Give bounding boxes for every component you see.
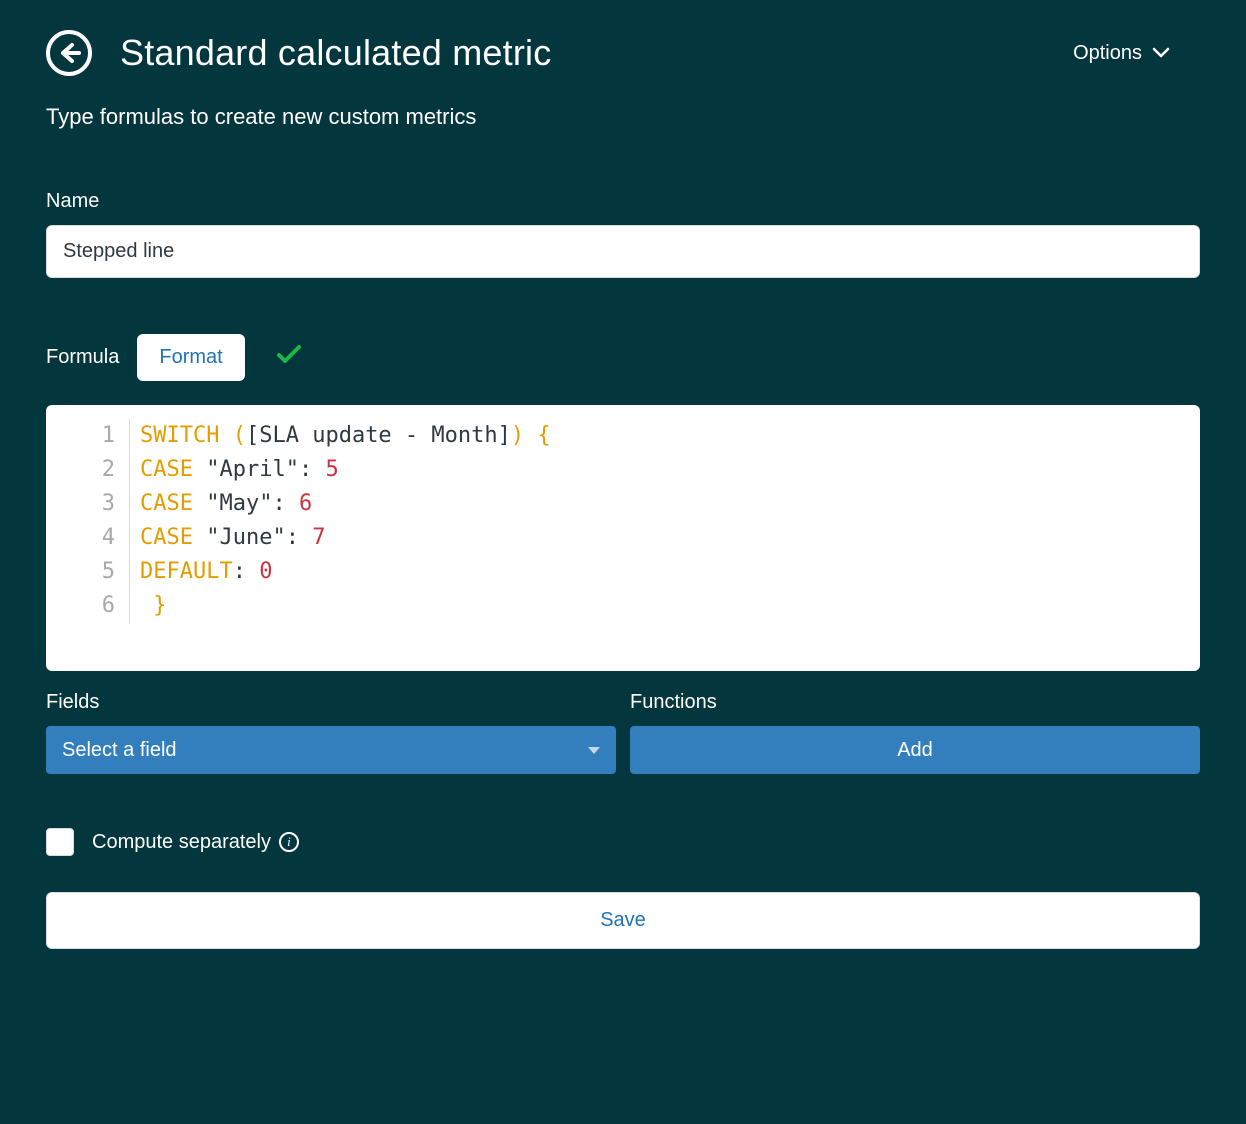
code-content: CASE "June": 7: [130, 521, 325, 555]
code-content: DEFAULT: 0: [130, 555, 272, 589]
options-label: Options: [1073, 42, 1142, 65]
functions-label: Functions: [630, 691, 1200, 714]
code-content: SWITCH ([SLA update - Month]) {: [130, 419, 551, 453]
functions-add-button[interactable]: Add: [630, 726, 1200, 774]
line-number: 3: [46, 487, 130, 521]
fields-select-placeholder: Select a field: [62, 739, 177, 762]
code-line: 2CASE "April": 5: [46, 453, 1200, 487]
code-line: 5DEFAULT: 0: [46, 555, 1200, 589]
page-title: Standard calculated metric: [120, 32, 551, 74]
code-line: 4CASE "June": 7: [46, 521, 1200, 555]
line-number: 2: [46, 453, 130, 487]
code-content: }: [130, 589, 167, 623]
chevron-down-icon: [1152, 47, 1170, 59]
save-button[interactable]: Save: [46, 892, 1200, 949]
compute-separately-label: Compute separately: [92, 831, 271, 854]
line-number: 6: [46, 589, 130, 623]
name-label: Name: [46, 190, 1200, 213]
code-line: 3CASE "May": 6: [46, 487, 1200, 521]
fields-label: Fields: [46, 691, 616, 714]
code-content: CASE "April": 5: [130, 453, 339, 487]
formula-editor[interactable]: 1SWITCH ([SLA update - Month]) {2CASE "A…: [46, 405, 1200, 671]
line-number: 1: [46, 419, 130, 453]
formula-label: Formula: [46, 346, 119, 369]
caret-down-icon: [588, 747, 600, 754]
code-line: 1SWITCH ([SLA update - Month]) {: [46, 419, 1200, 453]
page-subtitle: Type formulas to create new custom metri…: [46, 104, 1200, 130]
options-dropdown[interactable]: Options: [1073, 42, 1200, 65]
code-content: CASE "May": 6: [130, 487, 312, 521]
back-button[interactable]: [46, 30, 92, 76]
format-button[interactable]: Format: [137, 334, 244, 381]
name-input[interactable]: [46, 225, 1200, 278]
line-number: 5: [46, 555, 130, 589]
arrow-left-icon: [57, 41, 81, 65]
compute-separately-checkbox[interactable]: [46, 828, 74, 856]
line-number: 4: [46, 521, 130, 555]
info-icon[interactable]: i: [279, 832, 299, 852]
code-line: 6 }: [46, 589, 1200, 623]
valid-check-icon: [277, 344, 301, 372]
fields-select[interactable]: Select a field: [46, 726, 616, 774]
